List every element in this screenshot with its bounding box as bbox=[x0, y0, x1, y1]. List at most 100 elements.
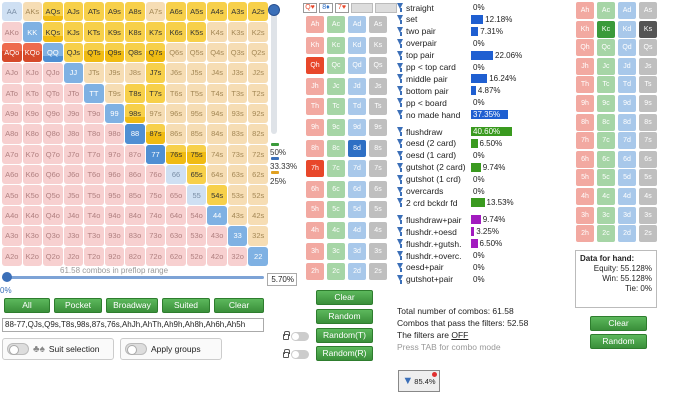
range-cell[interactable]: 97o bbox=[104, 144, 125, 165]
hand-card[interactable]: Qc bbox=[597, 39, 615, 57]
board-card[interactable]: 8d bbox=[348, 139, 366, 157]
range-cell[interactable]: A4o bbox=[2, 205, 22, 226]
board-card[interactable]: 5d bbox=[348, 201, 366, 219]
range-cell[interactable]: 84o bbox=[125, 205, 145, 226]
range-cell[interactable]: Q6o bbox=[43, 165, 63, 185]
range-cell[interactable]: A2o bbox=[2, 246, 22, 266]
hand-card[interactable]: 9d bbox=[618, 95, 636, 112]
range-cell[interactable]: J5o bbox=[63, 185, 84, 205]
hand-card[interactable]: 5h bbox=[576, 169, 594, 187]
range-cell[interactable]: J4o bbox=[63, 205, 84, 226]
range-cell[interactable]: QJo bbox=[43, 63, 63, 83]
funnel-icon[interactable] bbox=[397, 251, 404, 260]
range-cell[interactable]: 74s bbox=[207, 144, 227, 165]
hand-card[interactable]: Qh bbox=[576, 39, 594, 57]
funnel-icon[interactable] bbox=[397, 198, 404, 208]
range-cell[interactable]: 94o bbox=[104, 205, 125, 226]
funnel-icon[interactable] bbox=[397, 62, 404, 72]
hand-card[interactable]: Kd bbox=[618, 20, 636, 38]
hand-card[interactable]: 6s bbox=[639, 150, 657, 168]
hand-card[interactable]: 4d bbox=[618, 188, 636, 205]
funnel-icon[interactable] bbox=[397, 150, 404, 160]
range-cell[interactable]: 77 bbox=[145, 144, 166, 165]
range-cell[interactable]: K5o bbox=[22, 185, 43, 205]
range-cell[interactable]: 63s bbox=[227, 165, 248, 185]
range-cell[interactable]: 65o bbox=[166, 185, 186, 205]
range-cell[interactable]: KK bbox=[22, 22, 43, 42]
board-card[interactable]: 3s bbox=[369, 242, 387, 260]
range-cell[interactable]: A7o bbox=[2, 144, 22, 165]
board-card[interactable]: 9s bbox=[369, 119, 387, 136]
range-cell[interactable]: 54s bbox=[207, 185, 227, 205]
hand-card[interactable]: Jc bbox=[597, 57, 615, 75]
range-cell[interactable]: 98s bbox=[125, 103, 145, 124]
hand-card[interactable]: Td bbox=[618, 76, 636, 94]
board-card[interactable]: Jh bbox=[306, 77, 324, 95]
range-cell[interactable]: 73s bbox=[227, 144, 248, 165]
range-cell[interactable]: Q4s bbox=[207, 42, 227, 63]
hand-card[interactable]: 4s bbox=[639, 188, 657, 205]
board-card[interactable]: Ad bbox=[348, 16, 366, 33]
range-cell[interactable]: K6o bbox=[22, 165, 43, 185]
range-cell[interactable]: J3s bbox=[227, 63, 248, 83]
range-cell[interactable]: 96o bbox=[104, 165, 125, 185]
range-cell[interactable]: KQs bbox=[43, 22, 63, 42]
range-cell[interactable]: K9s bbox=[104, 22, 125, 42]
range-clear-button[interactable]: Clear bbox=[214, 298, 264, 313]
range-cell[interactable]: 43s bbox=[227, 205, 248, 226]
range-cell[interactable]: K2o bbox=[22, 246, 43, 266]
funnel-icon[interactable] bbox=[397, 14, 404, 24]
hand-card[interactable]: 3h bbox=[576, 206, 594, 224]
range-cell[interactable]: 63o bbox=[166, 226, 186, 246]
range-cell[interactable]: Q7o bbox=[43, 144, 63, 165]
funnel-icon[interactable] bbox=[397, 162, 404, 172]
range-cell[interactable]: 75s bbox=[186, 144, 207, 165]
range-cell[interactable]: 43o bbox=[207, 226, 227, 246]
board-card[interactable]: 7s bbox=[369, 160, 387, 178]
hand-card[interactable]: Ac bbox=[597, 2, 615, 19]
funnel-icon[interactable] bbox=[397, 26, 404, 36]
range-cell[interactable]: QQ bbox=[43, 42, 63, 63]
board-card[interactable]: 6s bbox=[369, 180, 387, 198]
hand-random-button[interactable]: Random bbox=[590, 334, 647, 349]
board-card[interactable]: Td bbox=[348, 98, 366, 116]
range-cell[interactable]: 53s bbox=[227, 185, 248, 205]
hand-card[interactable]: 6c bbox=[597, 150, 615, 168]
range-cell[interactable]: AA bbox=[2, 2, 22, 22]
range-cell[interactable]: 54o bbox=[186, 205, 207, 226]
range-cell[interactable]: Q5o bbox=[43, 185, 63, 205]
apply-groups-switch[interactable] bbox=[125, 343, 147, 355]
range-cell[interactable]: 85s bbox=[186, 124, 207, 144]
board-card[interactable]: Ac bbox=[327, 16, 345, 33]
range-cell[interactable]: Q8o bbox=[43, 124, 63, 144]
range-cell[interactable]: A9s bbox=[104, 2, 125, 22]
board-card[interactable]: 4s bbox=[369, 222, 387, 239]
board-card[interactable]: 2c bbox=[327, 263, 345, 281]
board-slot-empty[interactable] bbox=[351, 3, 373, 13]
range-cell[interactable]: AQs bbox=[43, 2, 63, 22]
board-card[interactable]: 7c bbox=[327, 160, 345, 178]
range-cell[interactable]: AJs bbox=[63, 2, 84, 22]
filters-state-link[interactable]: OFF bbox=[451, 330, 468, 340]
range-cell[interactable]: K8s bbox=[125, 22, 145, 42]
board-card[interactable]: 7h bbox=[306, 160, 324, 178]
board-card[interactable]: Kc bbox=[327, 36, 345, 54]
funnel-icon[interactable] bbox=[397, 227, 404, 237]
range-cell[interactable]: J4s bbox=[207, 63, 227, 83]
board-card[interactable]: 4h bbox=[306, 222, 324, 239]
range-cell[interactable]: K3s bbox=[227, 22, 248, 42]
range-cell[interactable]: 82o bbox=[125, 246, 145, 266]
hand-card[interactable]: Th bbox=[576, 76, 594, 94]
hand-card[interactable]: 4c bbox=[597, 188, 615, 205]
range-cell[interactable]: QTs bbox=[84, 42, 104, 63]
hand-card[interactable]: 3c bbox=[597, 206, 615, 224]
range-cell[interactable]: 84s bbox=[207, 124, 227, 144]
range-cell[interactable]: J7s bbox=[145, 63, 166, 83]
range-cell[interactable]: Q4o bbox=[43, 205, 63, 226]
funnel-icon[interactable] bbox=[397, 86, 404, 96]
random-r-button[interactable]: Random(R) bbox=[316, 346, 373, 361]
board-card[interactable]: 4c bbox=[327, 222, 345, 239]
range-cell[interactable]: 62s bbox=[248, 165, 268, 185]
range-cell[interactable]: 52s bbox=[248, 185, 268, 205]
range-cell[interactable]: 87o bbox=[125, 144, 145, 165]
